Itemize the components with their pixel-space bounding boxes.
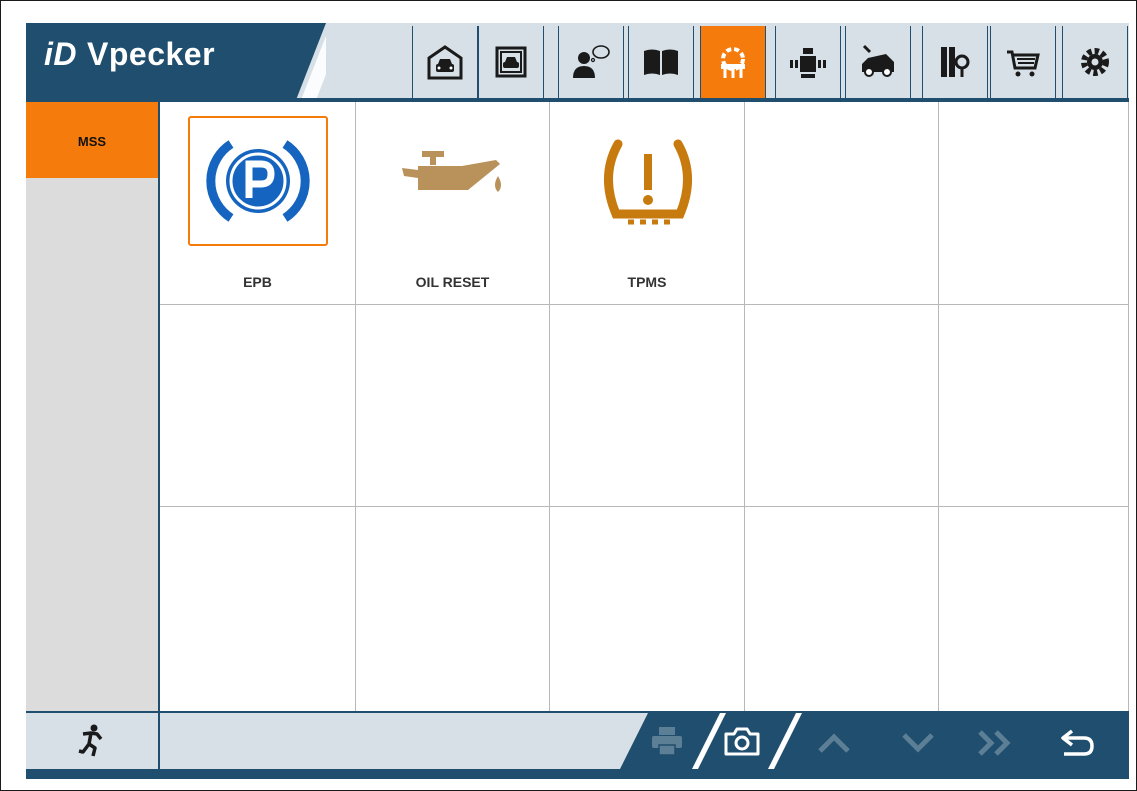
- tire-pressure-icon: [603, 139, 693, 225]
- double-chevron-right-icon: [978, 730, 1011, 756]
- nav-home-button[interactable]: [412, 26, 478, 98]
- screenshot-button[interactable]: [720, 719, 764, 763]
- logo-title: Vpecker: [87, 36, 216, 72]
- back-return-icon: [1061, 729, 1094, 756]
- page-up-button[interactable]: [812, 721, 856, 765]
- vehicle-select-icon: [495, 46, 527, 78]
- next-button[interactable]: [974, 721, 1018, 765]
- empty-tile: [939, 102, 1129, 305]
- empty-tile: [745, 507, 939, 711]
- footer-base: [26, 769, 1129, 779]
- exit-button[interactable]: [26, 713, 160, 769]
- special-function-icon: [721, 47, 745, 78]
- nav-shop-button[interactable]: [990, 26, 1056, 98]
- car-repair-icon: [862, 44, 894, 77]
- tile-label: OIL RESET: [415, 274, 490, 290]
- nav-vehicle-button[interactable]: [478, 26, 544, 98]
- settings-gear-icon: [1081, 48, 1109, 76]
- empty-tile: [939, 507, 1129, 711]
- empty-tile: [745, 305, 939, 507]
- page-down-button[interactable]: [896, 721, 940, 765]
- function-tile-tpms[interactable]: TPMS: [550, 102, 745, 305]
- empty-tile: [160, 305, 356, 507]
- back-button[interactable]: [1055, 721, 1099, 765]
- sidebar-item-label: MSS: [77, 134, 107, 149]
- shopping-cart-icon: [1007, 50, 1040, 77]
- nav-settings-button[interactable]: [1062, 26, 1128, 98]
- empty-tile: [550, 305, 745, 507]
- chevron-down-icon: [902, 733, 934, 753]
- sidebar: MSS: [26, 102, 160, 711]
- empty-tile: [160, 507, 356, 711]
- app-logo[interactable]: iD Vpecker: [44, 36, 215, 73]
- exit-running-icon: [78, 724, 103, 757]
- tile-icon-wrap: [384, 116, 524, 246]
- selected-icon-frame: [188, 116, 328, 246]
- footer-toolbar-bg: [620, 713, 1129, 769]
- empty-tile: [356, 305, 550, 507]
- empty-tile: [939, 305, 1129, 507]
- print-button[interactable]: [645, 719, 689, 763]
- garage-car-icon: [427, 45, 463, 80]
- manual-book-icon: [644, 49, 678, 75]
- camera-icon: [724, 727, 760, 756]
- tile-label: EPB: [243, 274, 272, 290]
- function-grid: EPB OIL RESET TPMS: [160, 102, 1129, 711]
- oil-can-icon: [402, 151, 501, 192]
- nav-car-repair-button[interactable]: [845, 26, 911, 98]
- function-tile-epb[interactable]: EPB: [160, 102, 356, 305]
- logo-mark: iD: [44, 36, 77, 72]
- empty-tile: [356, 507, 550, 711]
- parking-brake-icon: [206, 140, 310, 222]
- empty-tile: [745, 102, 939, 305]
- sidebar-item-mss[interactable]: MSS: [26, 102, 158, 178]
- nav-engine-button[interactable]: [775, 26, 841, 98]
- nav-feedback-button[interactable]: [558, 26, 624, 98]
- tile-icon-wrap: [578, 116, 718, 246]
- nav-special-function-button[interactable]: [700, 26, 766, 98]
- nav-library-button[interactable]: [922, 26, 988, 98]
- user-feedback-icon: [573, 45, 610, 78]
- function-tile-oil-reset[interactable]: OIL RESET: [356, 102, 550, 305]
- empty-tile: [550, 507, 745, 711]
- print-icon: [652, 727, 682, 756]
- tile-label: TPMS: [627, 274, 667, 290]
- chevron-up-icon: [818, 733, 850, 753]
- engine-tool-icon: [790, 48, 826, 78]
- library-search-icon: [941, 47, 970, 77]
- nav-manual-button[interactable]: [628, 26, 694, 98]
